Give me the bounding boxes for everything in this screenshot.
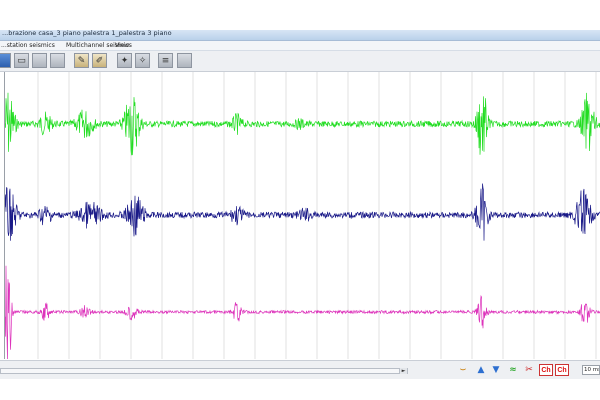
status-bar: ► ⌣ ▲ ▼ ≈ ✂ Ch Ch 10 ms [0,360,600,379]
trace-channel-2 [5,183,600,241]
wand-icon[interactable]: ✦ [117,53,132,68]
waveform-icon[interactable]: ≈ [506,363,520,377]
pencil-icon[interactable]: ✐ [92,53,107,68]
channel-button-2[interactable]: Ch [555,364,569,376]
stop-icon[interactable] [177,53,192,68]
trace-channel-3 [5,265,600,359]
seismogram-plot[interactable] [4,72,600,359]
seismogram-canvas [5,72,600,359]
save-icon[interactable] [0,53,11,68]
scissors-icon[interactable]: ✂ [522,363,536,377]
disk-icon[interactable]: ▭ [14,53,29,68]
palette-icon[interactable]: ✎ [74,53,89,68]
window-titlebar: ...brazione casa_3 piano palestra 1_pale… [0,29,600,41]
menu-item-station-seismics[interactable]: ...station seismics [1,41,55,50]
menu-item-view[interactable]: View [115,41,129,50]
menu-bar: ...station seismics Multichannel seismic… [0,41,600,51]
window-title: ...brazione casa_3 piano palestra 1_pale… [2,29,172,37]
bottom-blank-area [0,379,600,400]
trace-channel-1 [5,92,600,156]
disk-grey-icon[interactable] [32,53,47,68]
arrow-down-icon[interactable]: ▼ [489,363,503,377]
curve-icon[interactable]: ⌣ [456,363,470,377]
toolbar: ▭ ✎ ✐ ✦ ✧ ≡ [0,51,600,72]
scroll-right-arrow-icon[interactable]: ► [399,368,407,374]
disk-grey-2-icon[interactable] [50,53,65,68]
zoom-field[interactable]: 10 ms [582,365,600,375]
channel-button-1[interactable]: Ch [539,364,553,376]
trace-lines [5,92,600,359]
arrow-up-icon[interactable]: ▲ [474,363,488,377]
top-blank-area [0,0,600,30]
list-icon[interactable]: ≡ [158,53,173,68]
horizontal-scrollbar[interactable]: ► [0,368,408,374]
tools-icon[interactable]: ✧ [135,53,150,68]
